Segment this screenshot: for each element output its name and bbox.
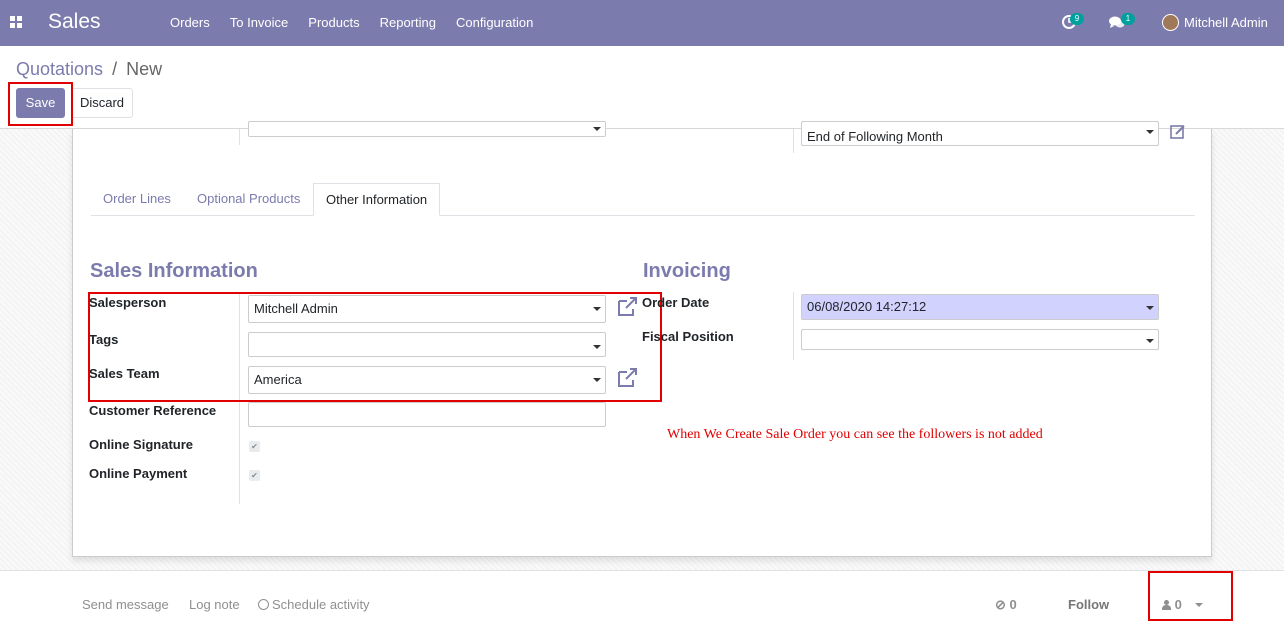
save-highlight-box [8,82,73,126]
edit-icon[interactable] [1170,125,1186,139]
tab-order-lines[interactable]: Order Lines [91,183,183,216]
fiscal-position-select[interactable] [801,329,1159,350]
log-note-button[interactable]: Log note [189,597,240,612]
main-menu: Orders To Invoice Products Reporting Con… [160,0,543,46]
order-date-value: 06/08/2020 14:27:12 [807,299,927,314]
partial-select-left[interactable] [248,121,606,137]
follow-button[interactable]: Follow [1068,597,1109,612]
breadcrumb-quotations[interactable]: Quotations [16,59,103,79]
breadcrumb-separator: / [112,59,118,79]
menu-reporting[interactable]: Reporting [370,0,446,46]
followers-highlight-box [1148,571,1233,621]
attachments-count: 0 [1009,597,1017,612]
field-divider [239,129,240,145]
attachments-button[interactable]: ⊘ 0 [995,597,1017,613]
online-signature-checkbox[interactable]: ✔ [249,441,260,452]
top-navbar: Sales Orders To Invoice Products Reporti… [0,0,1284,46]
online-payment-checkbox[interactable]: ✔ [249,470,260,481]
apps-menu-icon[interactable] [10,16,22,28]
online-signature-label: Online Signature [89,437,194,452]
annotation-note: When We Create Sale Order you can see th… [667,427,1043,442]
activity-count-badge: 9 [1070,13,1084,25]
app-name[interactable]: Sales [48,10,101,34]
avatar [1162,14,1179,31]
menu-products[interactable]: Products [298,0,369,46]
form-sheet: End of Following Month Order Lines Optio… [72,121,1212,557]
breadcrumb-current: New [126,59,163,79]
online-payment-label: Online Payment [89,466,188,481]
field-divider [793,129,794,153]
order-date-field[interactable]: 06/08/2020 14:27:12 [801,294,1159,320]
payment-terms-value: End of Following Month [807,129,943,144]
schedule-activity-button[interactable]: Schedule activity [258,597,370,612]
user-name: Mitchell Admin [1184,15,1268,30]
tab-other-information[interactable]: Other Information [313,183,441,216]
invoicing-title: Invoicing [643,260,731,282]
schedule-activity-label: Schedule activity [272,597,370,612]
control-panel: Quotations / New Save Discard [0,46,1284,129]
activity-menu[interactable]: 9 [1060,0,1090,46]
breadcrumb: Quotations / New [16,59,162,80]
discard-button[interactable]: Discard [71,88,133,118]
fiscal-position-label: Fiscal Position [642,329,734,344]
field-divider [793,292,794,360]
paperclip-icon: ⊘ [995,597,1006,612]
user-menu[interactable]: Mitchell Admin [1162,0,1284,46]
menu-configuration[interactable]: Configuration [446,0,543,46]
menu-orders[interactable]: Orders [160,0,220,46]
menu-to-invoice[interactable]: To Invoice [220,0,299,46]
clock-icon [258,599,269,610]
send-message-button[interactable]: Send message [82,597,169,612]
payment-terms-select[interactable]: End of Following Month [801,121,1159,146]
customer-reference-input[interactable] [248,402,606,427]
sales-fields-highlight-box [88,292,662,402]
form-content-area: End of Following Month Order Lines Optio… [0,121,1284,570]
sales-info-title: Sales Information [90,260,258,282]
order-date-label: Order Date [642,295,710,310]
customer-reference-label: Customer Reference [89,403,217,418]
chatter-bar: Send message Log note Schedule activity … [0,570,1284,638]
message-count-badge: 1 [1121,13,1135,25]
tab-optional-products[interactable]: Optional Products [185,183,312,216]
notebook-tabs: Order Lines Optional Products Other Info… [91,183,1195,216]
messaging-menu[interactable]: 1 [1107,0,1137,46]
